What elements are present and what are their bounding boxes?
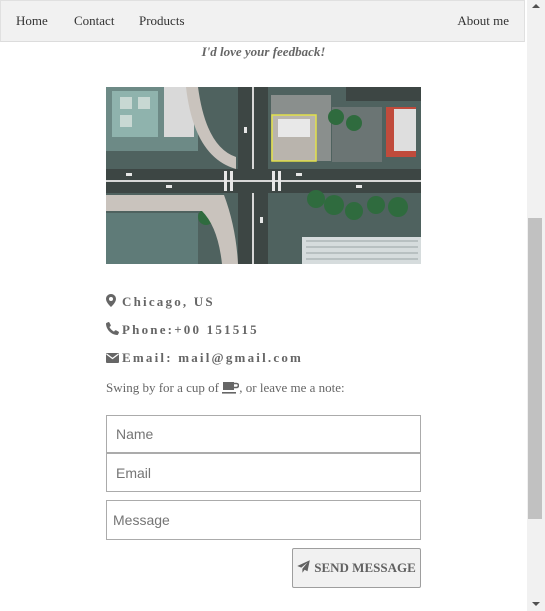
top-navbar: Home Contact Products About me [0, 0, 525, 42]
phone-icon [106, 322, 122, 340]
email-placeholder: Email [116, 464, 152, 481]
note-text-after: , or leave me a note: [239, 380, 345, 395]
nav-products-link[interactable]: Products [124, 1, 200, 42]
city-text: Chicago, US [122, 294, 215, 309]
info-phone: Phone:+00 151515 [106, 321, 259, 339]
email-input[interactable]: Email [106, 453, 421, 492]
message-placeholder: Message [113, 512, 170, 528]
note-text-before: Swing by for a cup of [106, 380, 223, 395]
info-city: Chicago, US [106, 293, 215, 311]
map-marker-icon [106, 294, 122, 312]
name-placeholder: Name [116, 426, 154, 442]
page-viewport: Home Contact Products About me I'd love … [0, 0, 527, 611]
info-email: Email: mail@gmail.com [106, 349, 303, 367]
phone-text: Phone:+00 151515 [122, 322, 259, 337]
scroll-up-arrow-icon[interactable] [532, 4, 540, 8]
paper-plane-icon [297, 559, 311, 577]
send-message-button[interactable]: SEND MESSAGE [292, 548, 421, 588]
message-input[interactable]: Message [106, 500, 421, 540]
envelope-icon [106, 350, 122, 368]
nav-contact-link[interactable]: Contact [59, 1, 129, 42]
city-map-photo [106, 87, 421, 264]
email-text: Email: mail@gmail.com [122, 350, 304, 365]
nav-about-link[interactable]: About me [442, 1, 524, 42]
page-scrollbar[interactable] [527, 0, 545, 611]
contact-note: Swing by for a cup of , or leave me a no… [106, 380, 345, 398]
send-message-label: SEND MESSAGE [314, 560, 416, 575]
feedback-tagline: I'd love your feedback! [201, 44, 326, 59]
scroll-down-arrow-icon[interactable] [532, 602, 540, 606]
name-input[interactable]: Name [106, 415, 421, 453]
scrollbar-thumb[interactable] [528, 218, 542, 519]
nav-home-link[interactable]: Home [1, 1, 63, 42]
coffee-icon [222, 382, 240, 398]
